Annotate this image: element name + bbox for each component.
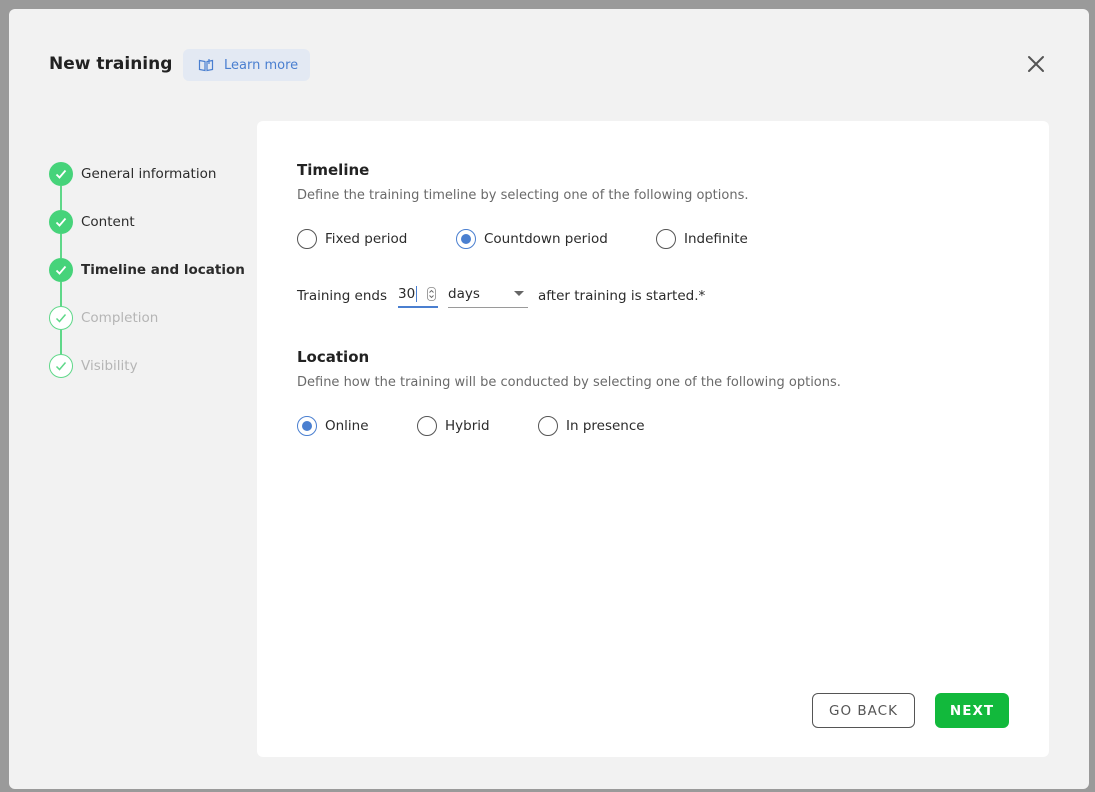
location-title: Location xyxy=(297,348,370,366)
radio-countdown-period[interactable]: Countdown period xyxy=(456,229,608,249)
step-connector xyxy=(60,282,62,306)
radio-label: Countdown period xyxy=(484,231,608,247)
step-connector xyxy=(60,186,62,210)
training-ends-suffix: after training is started.* xyxy=(538,288,706,304)
step-visibility[interactable]: Visibility xyxy=(49,354,138,378)
check-icon xyxy=(49,258,73,282)
training-ends-row: Training ends 30 days after training is … xyxy=(297,281,997,311)
radio-fixed-period[interactable]: Fixed period xyxy=(297,229,407,249)
radio-hybrid[interactable]: Hybrid xyxy=(417,416,490,436)
modal-title: New training xyxy=(49,54,173,74)
close-icon xyxy=(1028,56,1044,72)
radio-circle xyxy=(297,229,317,249)
radio-label: Fixed period xyxy=(325,231,408,247)
radio-label: Hybrid xyxy=(445,418,490,434)
step-timeline-and-location[interactable]: Timeline and location xyxy=(49,258,245,282)
go-back-button[interactable]: GO BACK xyxy=(812,693,915,728)
radio-online[interactable]: Online xyxy=(297,416,369,436)
radio-circle xyxy=(538,416,558,436)
step-label: Timeline and location xyxy=(81,262,245,278)
radio-circle xyxy=(656,229,676,249)
location-description: Define how the training will be conducte… xyxy=(297,375,841,390)
step-content[interactable]: Content xyxy=(49,210,135,234)
check-icon xyxy=(49,210,73,234)
radio-in-presence[interactable]: In presence xyxy=(538,416,645,436)
timeline-title: Timeline xyxy=(297,161,370,179)
spinner-icon[interactable] xyxy=(427,287,436,301)
step-connector xyxy=(60,234,62,258)
duration-value: 30 xyxy=(398,285,416,302)
step-label: General information xyxy=(81,166,217,182)
learn-more-label: Learn more xyxy=(224,57,299,73)
close-button[interactable] xyxy=(1026,54,1046,74)
step-label: Content xyxy=(81,214,135,230)
radio-label: In presence xyxy=(566,418,645,434)
form-card: Timeline Define the training timeline by… xyxy=(257,121,1049,757)
step-label: Completion xyxy=(81,310,159,326)
next-button[interactable]: NEXT xyxy=(935,693,1009,728)
radio-circle xyxy=(417,416,437,436)
step-general-information[interactable]: General information xyxy=(49,162,216,186)
duration-unit-select[interactable]: days xyxy=(448,281,528,308)
step-connector xyxy=(60,330,62,354)
training-ends-label: Training ends xyxy=(297,288,388,304)
check-icon xyxy=(49,162,73,186)
dropdown-arrow-icon xyxy=(514,291,524,296)
duration-number-input[interactable]: 30 xyxy=(398,281,438,308)
radio-circle xyxy=(297,416,317,436)
radio-circle xyxy=(456,229,476,249)
check-icon xyxy=(49,354,73,378)
learn-more-button[interactable]: Learn more xyxy=(183,49,310,81)
radio-label: Online xyxy=(325,418,369,434)
new-training-modal: New training Learn more General informat… xyxy=(9,9,1089,789)
book-icon xyxy=(198,57,214,73)
step-label: Visibility xyxy=(81,358,138,374)
check-icon xyxy=(49,306,73,330)
text-caret xyxy=(416,285,418,302)
radio-indefinite[interactable]: Indefinite xyxy=(656,229,748,249)
timeline-description: Define the training timeline by selectin… xyxy=(297,188,749,203)
radio-label: Indefinite xyxy=(684,231,748,247)
step-completion[interactable]: Completion xyxy=(49,306,158,330)
duration-unit-value: days xyxy=(448,286,480,302)
